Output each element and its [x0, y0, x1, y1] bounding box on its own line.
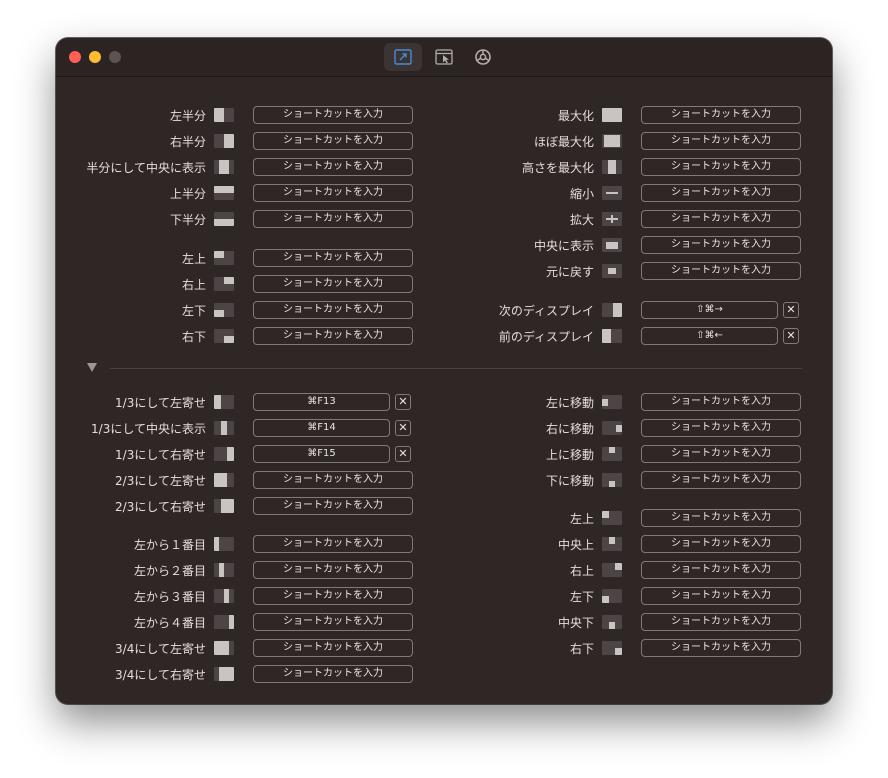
- shortcut-row: 右上 ショートカットを入力: [56, 561, 832, 579]
- bottom-right-sixth-icon: [602, 641, 622, 655]
- shortcut-recorder[interactable]: ⇧⌘←: [641, 327, 778, 345]
- shortcut-row: 中央下 ショートカットを入力: [56, 613, 832, 631]
- gear-icon: [475, 49, 491, 65]
- window-cursor-icon: [435, 49, 453, 65]
- disclosure-triangle-icon[interactable]: [87, 363, 97, 372]
- almost-maximize-icon: [602, 134, 622, 148]
- shortcut-row: 縮小 ショートカットを入力: [56, 184, 832, 202]
- shortcut-label: 左下: [569, 590, 594, 604]
- shortcut-recorder[interactable]: ショートカットを入力: [641, 535, 801, 553]
- shortcut-label: 高さを最大化: [521, 161, 594, 175]
- clear-shortcut-icon[interactable]: ✕: [783, 302, 799, 318]
- shrink-icon: [602, 186, 622, 200]
- shortcut-row: 元に戻す ショートカットを入力: [56, 262, 832, 280]
- shortcut-label: 拡大: [569, 213, 594, 227]
- section-divider: [110, 368, 802, 369]
- close-window-button[interactable]: [69, 51, 81, 63]
- window-resize-icon: [394, 49, 412, 65]
- enlarge-icon: [602, 212, 622, 226]
- shortcut-recorder[interactable]: ショートカットを入力: [253, 665, 413, 683]
- minimize-window-button[interactable]: [89, 51, 101, 63]
- shortcut-row: ほぼ最大化 ショートカットを入力: [56, 132, 832, 150]
- shortcut-label: 元に戻す: [545, 265, 594, 279]
- shortcut-recorder[interactable]: ショートカットを入力: [641, 445, 801, 463]
- shortcut-row: 左下 ショートカットを入力: [56, 587, 832, 605]
- move-left-icon: [602, 395, 622, 409]
- snap-areas-tab[interactable]: [425, 43, 463, 71]
- shortcut-row: 中央上 ショートカットを入力: [56, 535, 832, 553]
- move-up-icon: [602, 447, 622, 461]
- title-bar: [56, 38, 832, 77]
- shortcut-recorder[interactable]: ショートカットを入力: [641, 106, 801, 124]
- maximize-height-icon: [602, 160, 622, 174]
- shortcut-label: 前のディスプレイ: [498, 330, 594, 344]
- next-display-icon: [602, 303, 622, 317]
- shortcut-recorder[interactable]: ショートカットを入力: [641, 509, 801, 527]
- move-down-icon: [602, 473, 622, 487]
- shortcut-recorder[interactable]: ショートカットを入力: [641, 419, 801, 437]
- center-icon: [602, 238, 622, 252]
- shortcut-label: 上に移動: [545, 448, 594, 462]
- shortcut-recorder[interactable]: ショートカットを入力: [641, 639, 801, 657]
- shortcut-row: 高さを最大化 ショートカットを入力: [56, 158, 832, 176]
- restore-icon: [602, 264, 622, 278]
- shortcut-row: 上に移動 ショートカットを入力: [56, 445, 832, 463]
- bottom-center-sixth-icon: [602, 615, 622, 629]
- shortcut-label: 右に移動: [545, 422, 594, 436]
- shortcut-recorder[interactable]: ショートカットを入力: [641, 587, 801, 605]
- shortcut-label: 左上: [569, 512, 594, 526]
- top-left-sixth-icon: [602, 511, 622, 525]
- shortcut-label: 下に移動: [545, 474, 594, 488]
- shortcut-recorder[interactable]: ショートカットを入力: [641, 210, 801, 228]
- shortcut-row: 下に移動 ショートカットを入力: [56, 471, 832, 489]
- shortcut-row: 最大化 ショートカットを入力: [56, 106, 832, 124]
- shortcut-label: 3/4にして右寄せ: [115, 668, 206, 682]
- last-three-fourths-icon: [214, 667, 234, 681]
- shortcut-label: 左に移動: [545, 396, 594, 410]
- shortcut-recorder[interactable]: ショートカットを入力: [641, 393, 801, 411]
- shortcut-row: 次のディスプレイ ⇧⌘→ ✕: [56, 301, 832, 319]
- shortcut-label: ほぼ最大化: [533, 135, 594, 149]
- shortcut-row: 右下 ショートカットを入力: [56, 639, 832, 657]
- shortcut-row: 前のディスプレイ ⇧⌘← ✕: [56, 327, 832, 345]
- bottom-left-sixth-icon: [602, 589, 622, 603]
- shortcut-row: 中央に表示 ショートカットを入力: [56, 236, 832, 254]
- shortcut-row: 右に移動 ショートカットを入力: [56, 419, 832, 437]
- shortcut-row: 3/4にして右寄せ ショートカットを入力: [56, 665, 832, 683]
- maximize-icon: [602, 108, 622, 122]
- shortcut-recorder[interactable]: ショートカットを入力: [641, 471, 801, 489]
- shortcut-label: 最大化: [557, 109, 594, 123]
- shortcut-recorder[interactable]: ショートカットを入力: [641, 561, 801, 579]
- shortcut-label: 中央上: [557, 538, 594, 552]
- previous-display-icon: [602, 329, 622, 343]
- shortcut-recorder[interactable]: ショートカットを入力: [641, 132, 801, 150]
- shortcut-label: 右上: [569, 564, 594, 578]
- shortcut-recorder[interactable]: ショートカットを入力: [641, 184, 801, 202]
- shortcut-recorder[interactable]: ショートカットを入力: [641, 613, 801, 631]
- shortcut-label: 次のディスプレイ: [498, 304, 594, 318]
- shortcut-label: 中央下: [557, 616, 594, 630]
- top-center-sixth-icon: [602, 537, 622, 551]
- clear-shortcut-icon[interactable]: ✕: [783, 328, 799, 344]
- shortcut-label: 縮小: [569, 187, 594, 201]
- shortcut-label: 中央に表示: [533, 239, 594, 253]
- top-right-sixth-icon: [602, 563, 622, 577]
- shortcut-row: 拡大 ショートカットを入力: [56, 210, 832, 228]
- move-right-icon: [602, 421, 622, 435]
- shortcut-recorder[interactable]: ショートカットを入力: [641, 262, 801, 280]
- zoom-window-button[interactable]: [109, 51, 121, 63]
- preferences-window: 左半分 ショートカットを入力 右半分 ショートカットを入力 半分にして中央に表示 ショート…: [56, 38, 832, 704]
- keyboard-shortcuts-tab[interactable]: [384, 43, 422, 71]
- shortcut-recorder[interactable]: ショートカットを入力: [641, 158, 801, 176]
- shortcut-row: 左上 ショートカットを入力: [56, 509, 832, 527]
- shortcut-recorder[interactable]: ⇧⌘→: [641, 301, 778, 319]
- shortcut-label: 右下: [569, 642, 594, 656]
- general-settings-tab[interactable]: [464, 43, 502, 71]
- shortcut-row: 左に移動 ショートカットを入力: [56, 393, 832, 411]
- shortcut-recorder[interactable]: ショートカットを入力: [641, 236, 801, 254]
